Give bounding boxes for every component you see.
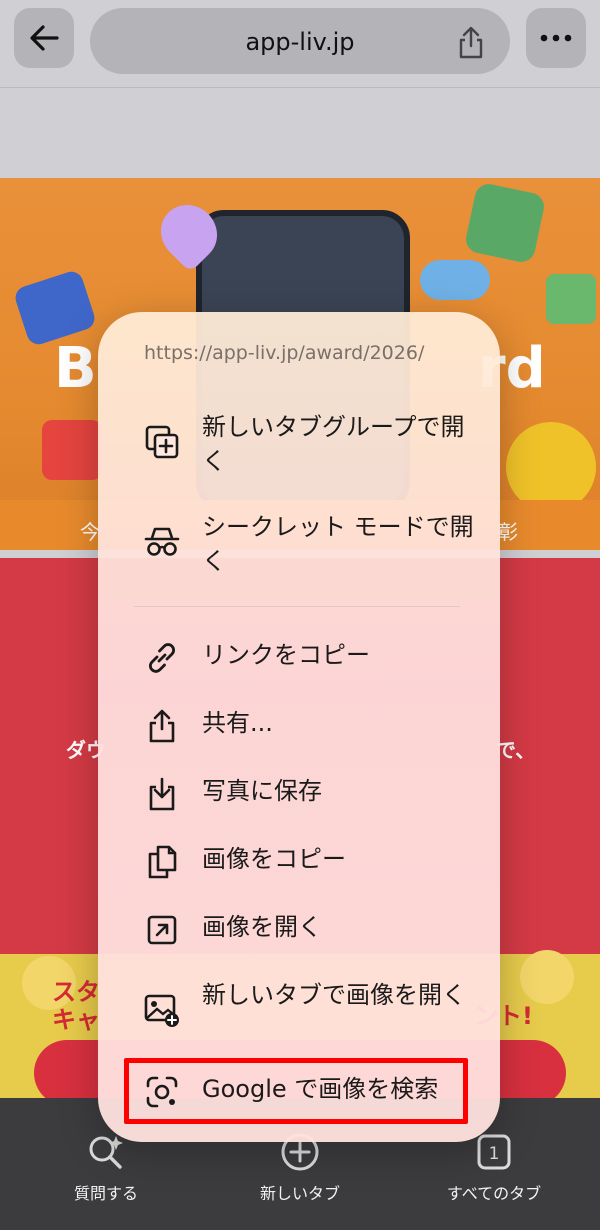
- menu-label: シークレット モードで開く: [202, 513, 474, 575]
- browser-top-bar: app-liv.jp: [0, 0, 600, 88]
- menu-item-save-to-photos[interactable]: 写真に保存: [98, 774, 500, 818]
- menu-label: 新しいタブで画像を開く: [202, 981, 466, 1009]
- menu-item-share[interactable]: 共有...: [98, 706, 500, 750]
- context-menu: https://app-liv.jp/award/2026/ 新しいタブグループ…: [98, 312, 500, 1142]
- share-icon[interactable]: [456, 26, 486, 60]
- menu-item-copy-link[interactable]: リンクをコピー: [98, 638, 500, 682]
- incognito-icon: [144, 527, 180, 556]
- menu-label: 新しいタブグループで開く: [202, 413, 465, 475]
- all-tabs-label: すべてのタブ: [446, 1184, 542, 1203]
- menu-item-open-image-new-tab[interactable]: 新しいタブで画像を開く: [98, 978, 500, 1048]
- campaign-text-2: キャ: [52, 1006, 100, 1034]
- menu-label: 画像をコピー: [202, 845, 346, 873]
- menu-item-open-incognito[interactable]: シークレット モードで開く: [98, 510, 500, 580]
- address-bar[interactable]: app-liv.jp: [90, 8, 510, 74]
- share-icon: [149, 709, 175, 743]
- menu-item-open-image[interactable]: 画像を開く: [98, 910, 500, 954]
- tab-group-icon: [145, 425, 179, 459]
- save-download-icon: [149, 777, 175, 811]
- decoration: [546, 274, 596, 324]
- menu-label: 画像を開く: [202, 913, 322, 941]
- menu-label: リンクをコピー: [202, 641, 370, 669]
- decoration: [420, 260, 490, 300]
- image-add-icon: [144, 994, 179, 1027]
- more-menu-button[interactable]: [526, 8, 586, 68]
- open-external-icon: [147, 915, 177, 945]
- link-icon: [149, 643, 175, 673]
- menu-label: 写真に保存: [202, 777, 322, 805]
- tab-count: 1: [489, 1144, 500, 1164]
- menu-item-open-in-tab-group[interactable]: 新しいタブグループで開く: [98, 410, 500, 480]
- back-button[interactable]: [14, 8, 74, 68]
- strip-text-left: 今: [80, 520, 100, 544]
- highlight-box: [124, 1058, 468, 1124]
- menu-divider: [134, 606, 460, 607]
- decoration: [42, 420, 102, 480]
- ask-button[interactable]: 質問する: [26, 1132, 186, 1204]
- new-tab-label: 新しいタブ: [259, 1184, 340, 1203]
- new-tab-button[interactable]: 新しいタブ: [220, 1132, 380, 1204]
- all-tabs-button[interactable]: 1 すべてのタブ: [414, 1132, 574, 1204]
- more-horizontal-icon: [540, 34, 572, 42]
- tabs-count-icon: 1: [477, 1134, 511, 1170]
- ask-label: 質問する: [73, 1184, 138, 1203]
- menu-item-copy-image[interactable]: 画像をコピー: [98, 842, 500, 886]
- search-sparkle-icon: [89, 1136, 123, 1169]
- banner-title-left: B: [54, 336, 97, 401]
- url-domain: app-liv.jp: [245, 28, 355, 56]
- decoration: [463, 181, 547, 265]
- menu-label: 共有...: [202, 709, 273, 737]
- arrow-left-icon: [30, 25, 59, 51]
- decoration: [506, 422, 596, 512]
- strip-text-right: 彰: [498, 520, 518, 544]
- copy-image-icon: [148, 845, 177, 879]
- red-section-text-right: で、: [496, 738, 536, 762]
- link-preview-url: https://app-liv.jp/award/2026/: [144, 342, 425, 364]
